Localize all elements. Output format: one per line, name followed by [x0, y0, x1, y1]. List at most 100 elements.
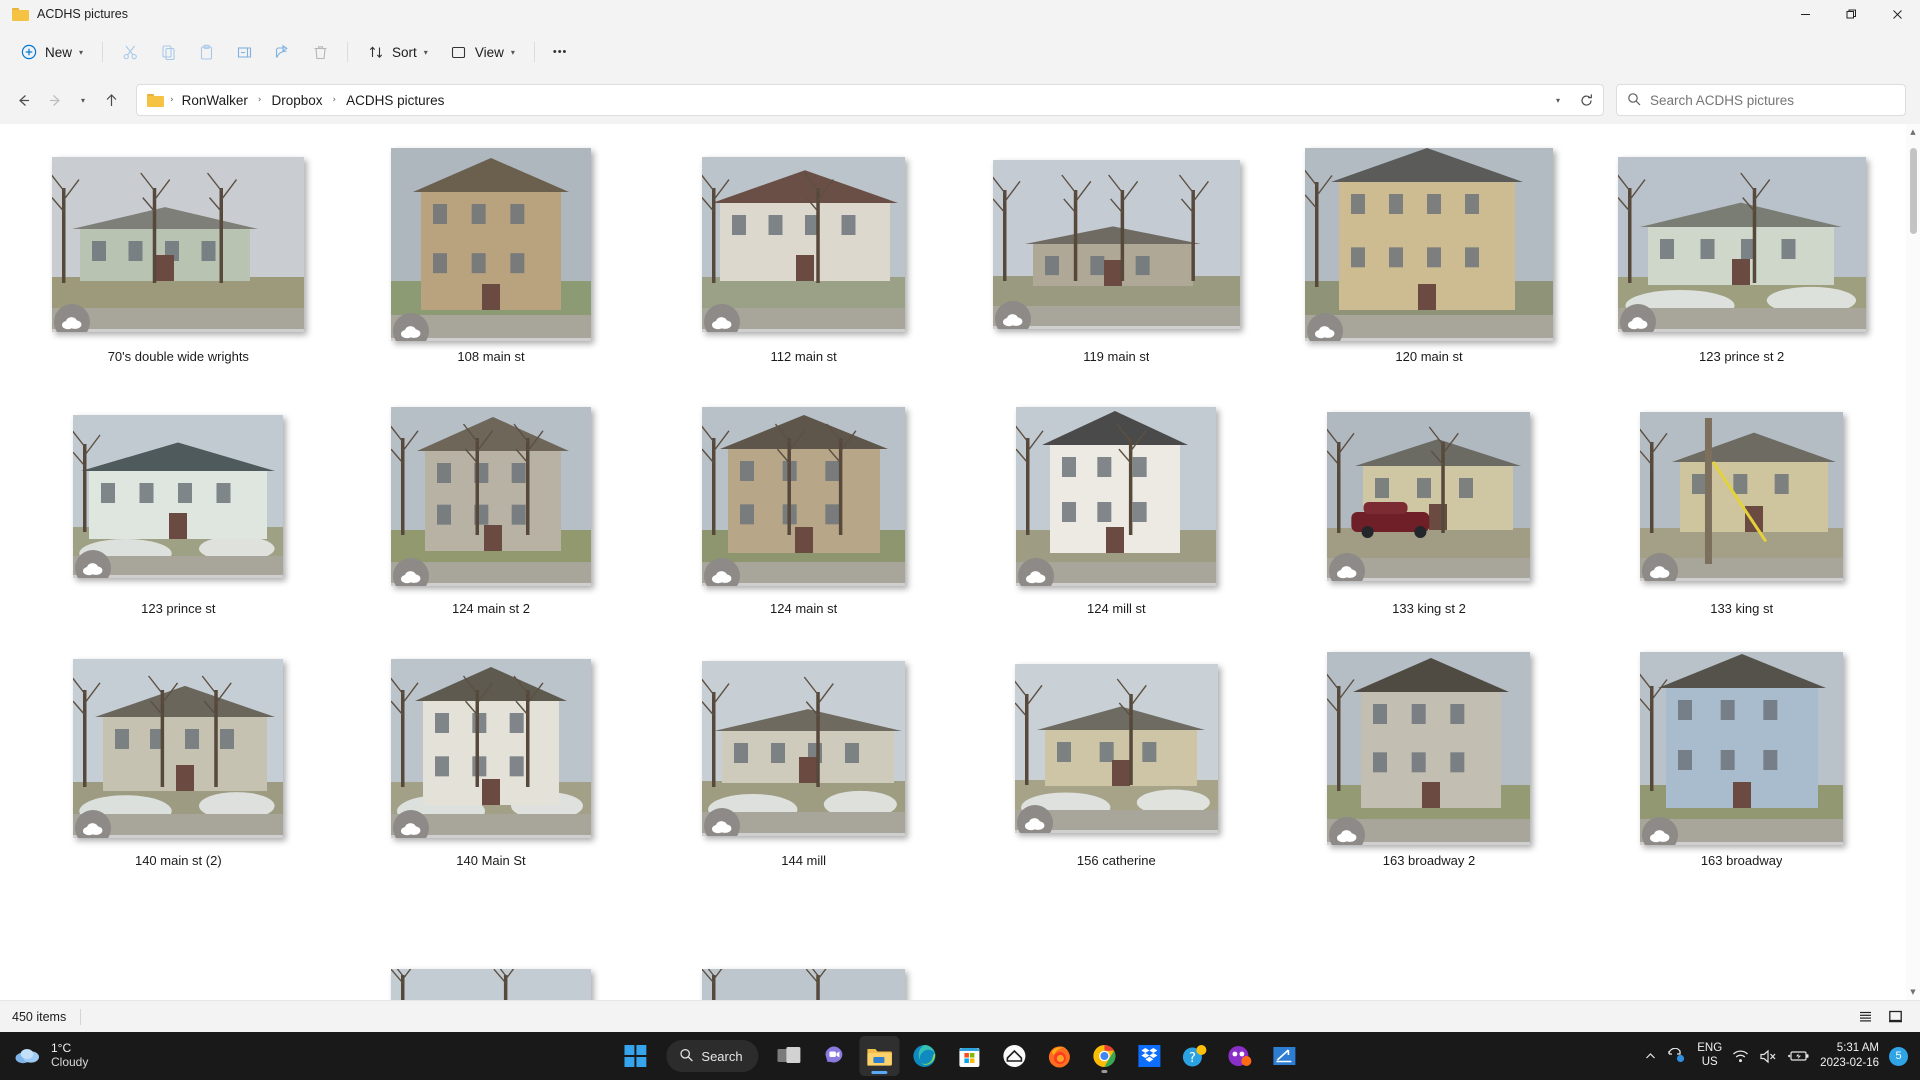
file-name-label: 124 main st — [770, 601, 838, 616]
file-tile[interactable]: 163 broadway — [1585, 646, 1898, 874]
mail-button[interactable] — [995, 1036, 1035, 1076]
thumbnail-container — [363, 400, 619, 592]
thumbnail-container — [676, 400, 932, 592]
share-button[interactable] — [264, 35, 300, 69]
edge-button[interactable] — [905, 1036, 945, 1076]
restore-button[interactable] — [1828, 0, 1874, 28]
weather-condition: Cloudy — [51, 1055, 89, 1069]
sort-icon — [367, 43, 385, 61]
file-tile[interactable]: 144 mill — [647, 646, 960, 874]
paste-button[interactable] — [188, 35, 224, 69]
thumbnail-container — [1301, 147, 1557, 341]
new-button-label: New — [45, 44, 73, 60]
chrome-button[interactable] — [1085, 1036, 1125, 1076]
breadcrumb-item-2[interactable]: ACDHS pictures — [340, 90, 450, 111]
tray-overflow-button[interactable] — [1644, 1050, 1657, 1063]
refresh-button[interactable] — [1573, 87, 1599, 113]
file-tile[interactable]: 163 broadway 2 — [1273, 646, 1586, 874]
taskbar-search-icon — [679, 1048, 693, 1065]
file-explorer-button[interactable] — [859, 1036, 900, 1076]
file-tile[interactable]: 120 main st — [1273, 142, 1586, 370]
clock[interactable]: 5:31 AM 2023-02-16 — [1820, 1041, 1879, 1071]
scrollbar-thumb[interactable] — [1910, 148, 1917, 234]
chevron-down-icon-view: ▾ — [510, 47, 515, 57]
language-line-2: US — [1701, 1056, 1718, 1068]
taskbar-search-button[interactable]: Search — [666, 1040, 759, 1072]
breadcrumb-separator-1: › — [257, 95, 262, 105]
status-divider — [80, 1008, 82, 1025]
window-title: ACDHS pictures — [37, 7, 128, 21]
cut-button[interactable] — [112, 35, 148, 69]
forward-button[interactable] — [40, 85, 70, 115]
battery-charging-icon[interactable] — [1788, 1049, 1810, 1063]
file-tile[interactable]: 123 prince st — [22, 394, 335, 622]
new-button[interactable]: New ▾ — [10, 35, 93, 69]
chat-button[interactable] — [815, 1036, 855, 1076]
file-tile[interactable]: 124 mill st — [960, 394, 1273, 622]
file-tile[interactable]: 140 Main St — [335, 646, 648, 874]
file-tile[interactable]: 70's double wide wrights — [22, 142, 335, 370]
scroll-up-arrow[interactable]: ▲ — [1906, 124, 1920, 140]
search-box[interactable] — [1616, 84, 1906, 116]
view-button[interactable]: View ▾ — [440, 35, 525, 69]
file-tile[interactable]: 112 main st — [647, 142, 960, 370]
start-button[interactable] — [615, 1036, 655, 1076]
file-tile[interactable]: 119 main st — [960, 142, 1273, 370]
minimize-button[interactable] — [1782, 0, 1828, 28]
file-tile[interactable]: 124 main st 2 — [335, 394, 648, 622]
address-dropdown-button[interactable]: ▾ — [1545, 87, 1571, 113]
details-view-button[interactable] — [1852, 1005, 1878, 1029]
volume-muted-icon[interactable] — [1759, 1049, 1778, 1064]
copy-button[interactable] — [150, 35, 186, 69]
back-button[interactable] — [8, 85, 38, 115]
store-button[interactable] — [950, 1036, 990, 1076]
infinity-app-button[interactable] — [1220, 1036, 1260, 1076]
help-button[interactable]: ? — [1175, 1036, 1215, 1076]
system-tray: ENG US 5:31 AM 2023-02-16 5 — [1644, 1041, 1920, 1071]
paste-icon — [197, 43, 215, 61]
file-name-label: 108 main st — [457, 349, 525, 364]
sort-button[interactable]: Sort ▾ — [357, 35, 438, 69]
thumbnail-container — [363, 652, 619, 844]
close-button[interactable] — [1874, 0, 1920, 28]
firefox-button[interactable] — [1040, 1036, 1080, 1076]
file-tile[interactable]: 124 main st — [647, 394, 960, 622]
svg-text:?: ? — [1189, 1051, 1196, 1066]
file-tile[interactable]: 156 catherine — [960, 646, 1273, 874]
breadcrumb-item-0[interactable]: RonWalker — [176, 90, 254, 111]
rename-button[interactable] — [226, 35, 262, 69]
file-tile[interactable]: 133 king st 2 — [1273, 394, 1586, 622]
task-view-button[interactable] — [770, 1036, 810, 1076]
toolbar-divider — [102, 42, 104, 62]
search-input[interactable] — [1650, 92, 1895, 108]
copy-icon — [159, 43, 177, 61]
file-tile[interactable] — [335, 898, 648, 1000]
dropbox-button[interactable] — [1130, 1036, 1170, 1076]
onedrive-sync-icon[interactable] — [1667, 1048, 1687, 1064]
thumbnail-container — [50, 400, 306, 592]
notification-badge[interactable]: 5 — [1889, 1046, 1908, 1066]
file-tile[interactable]: 133 king st — [1585, 394, 1898, 622]
snipping-tool-button[interactable] — [1265, 1036, 1305, 1076]
language-indicator[interactable]: ENG US — [1697, 1042, 1722, 1069]
file-tile[interactable]: 108 main st — [335, 142, 648, 370]
file-name-label: 123 prince st — [141, 601, 216, 616]
chevron-down-icon: ▾ — [79, 47, 84, 57]
wifi-icon[interactable] — [1732, 1049, 1749, 1064]
breadcrumb-item-1[interactable]: Dropbox — [266, 90, 329, 111]
file-tile[interactable] — [647, 898, 960, 1000]
address-bar[interactable]: › RonWalker › Dropbox › ACDHS pictures ▾ — [136, 84, 1604, 116]
more-options-button[interactable]: ••• — [544, 35, 577, 69]
file-name-label: 140 Main St — [456, 853, 526, 868]
thumbnail-container — [1614, 651, 1870, 845]
delete-button[interactable] — [302, 35, 338, 69]
weather-widget[interactable]: 1°C Cloudy — [0, 1041, 89, 1070]
large-icons-view-button[interactable] — [1882, 1005, 1908, 1029]
breadcrumb-separator-0: › — [170, 95, 174, 105]
file-tile[interactable]: 123 prince st 2 — [1585, 142, 1898, 370]
up-button[interactable] — [96, 85, 126, 115]
file-tile[interactable]: 140 main st (2) — [22, 646, 335, 874]
recent-locations-button[interactable]: ▾ — [72, 85, 94, 115]
scroll-down-arrow[interactable]: ▼ — [1906, 984, 1920, 1000]
vertical-scrollbar[interactable]: ▲ ▼ — [1906, 124, 1920, 1000]
